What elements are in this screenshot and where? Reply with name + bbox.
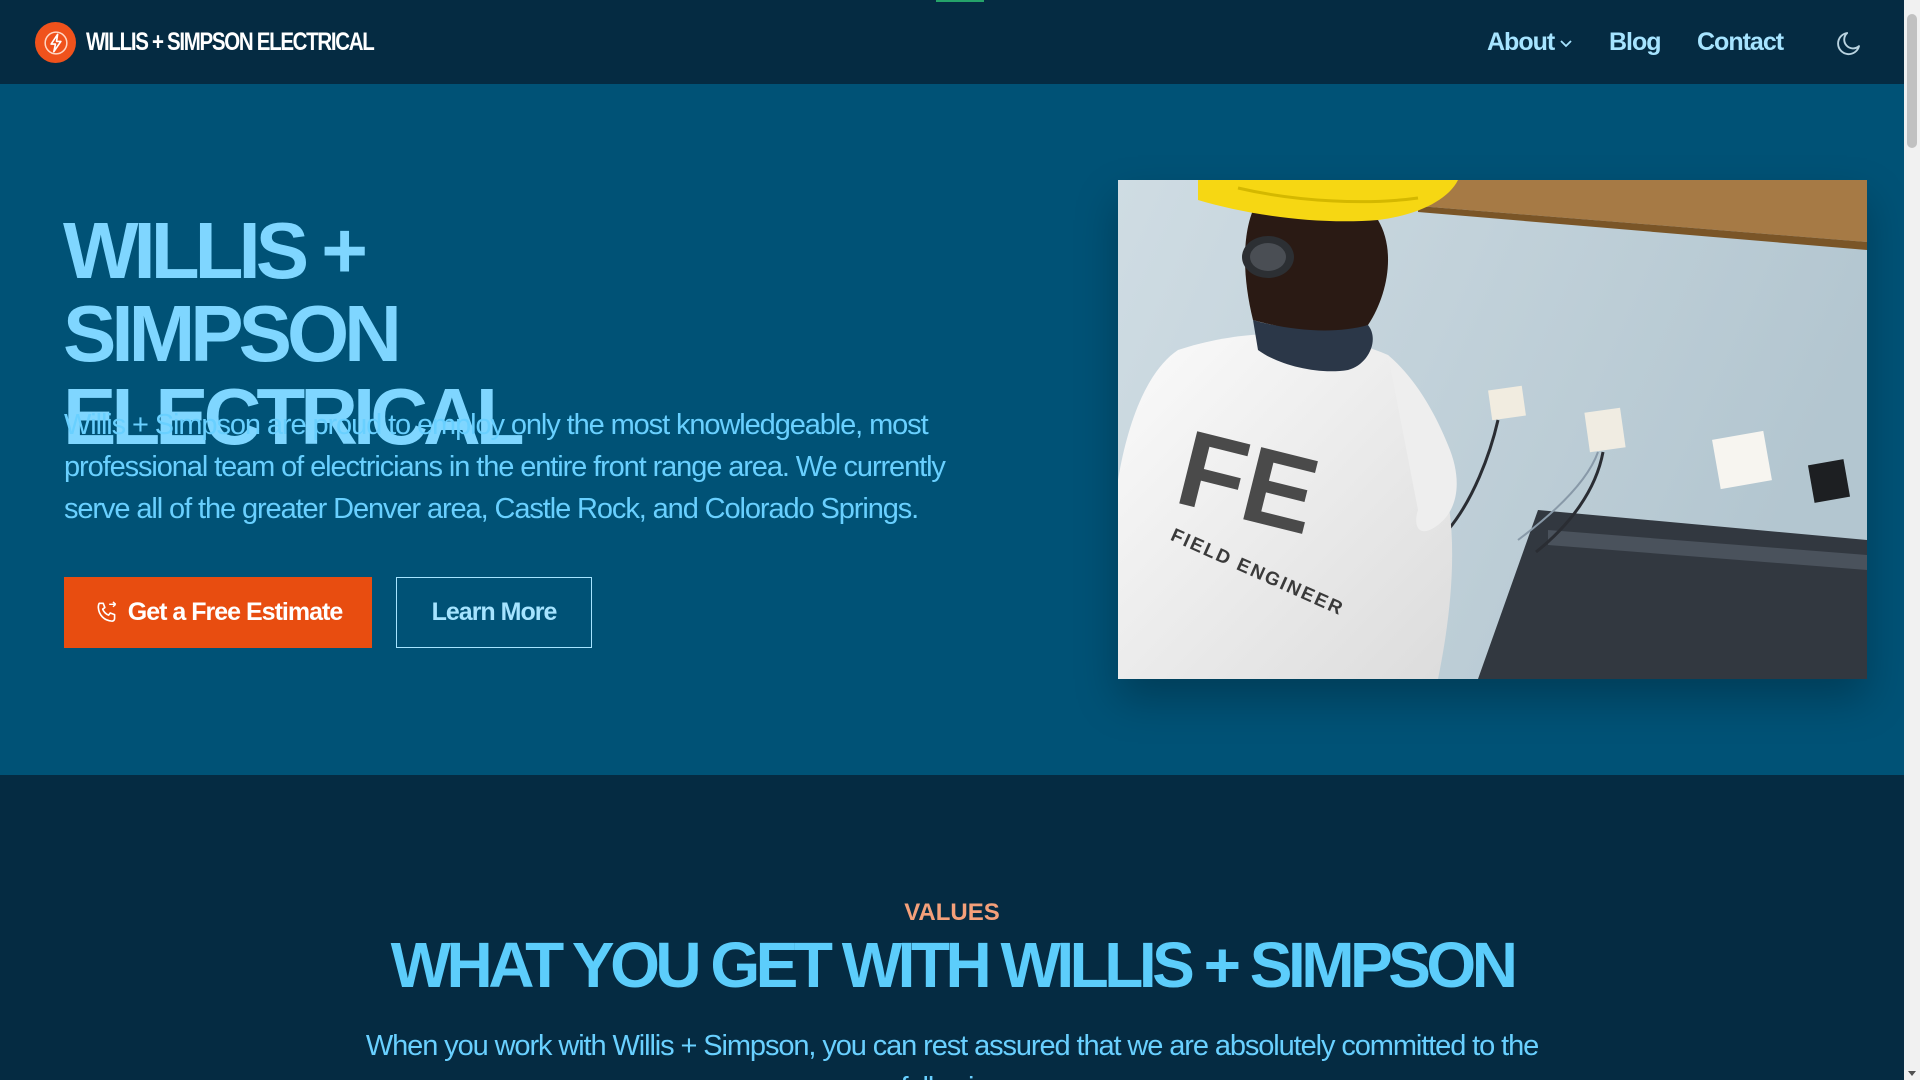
- moon-icon: [1837, 32, 1860, 56]
- navbar: WILLIS + SIMPSON ELECTRICAL About Blog C…: [0, 0, 1904, 84]
- values-description: When you work with Willis + Simpson, you…: [365, 1030, 1539, 1080]
- nav-link-about[interactable]: About: [1487, 28, 1573, 57]
- hero-section: WILLIS + SIMPSON ELECTRICAL Willis + Sim…: [0, 84, 1904, 775]
- theme-toggle-button[interactable]: [1834, 28, 1864, 58]
- nav-link-about-label: About: [1487, 28, 1555, 56]
- values-section: VALUES WHAT YOU GET WITH WILLIS + SIMPSO…: [0, 775, 1904, 1080]
- nav-link-contact[interactable]: Contact: [1697, 28, 1784, 57]
- learn-more-button[interactable]: Learn More: [396, 577, 592, 648]
- chevron-down-icon: [1560, 39, 1572, 47]
- scrollbar-thumb[interactable]: [1907, 14, 1917, 148]
- values-eyebrow: VALUES: [904, 899, 1000, 926]
- brand-link[interactable]: WILLIS + SIMPSON ELECTRICAL: [35, 22, 437, 63]
- hero-description: Willis + Simpson are proud to employ onl…: [64, 409, 946, 525]
- page-scrollbar[interactable]: [1904, 0, 1920, 1080]
- lightning-bolt-icon: [35, 22, 76, 63]
- hero-electrician-photo: FE FIELD ENGINEER: [1118, 180, 1867, 679]
- values-title: WHAT YOU GET WITH WILLIS + SIMPSON: [390, 929, 1518, 1001]
- get-free-estimate-button[interactable]: Get a Free Estimate: [64, 577, 372, 648]
- nav-accent-bar: [936, 0, 984, 2]
- phone-icon: [97, 600, 116, 622]
- scroll-down-arrow-icon[interactable]: [1908, 1071, 1916, 1076]
- nav-link-blog[interactable]: Blog: [1609, 28, 1662, 57]
- brand-name: WILLIS + SIMPSON ELECTRICAL: [86, 28, 375, 56]
- learn-more-label: Learn More: [431, 598, 558, 626]
- get-free-estimate-label: Get a Free Estimate: [127, 598, 343, 626]
